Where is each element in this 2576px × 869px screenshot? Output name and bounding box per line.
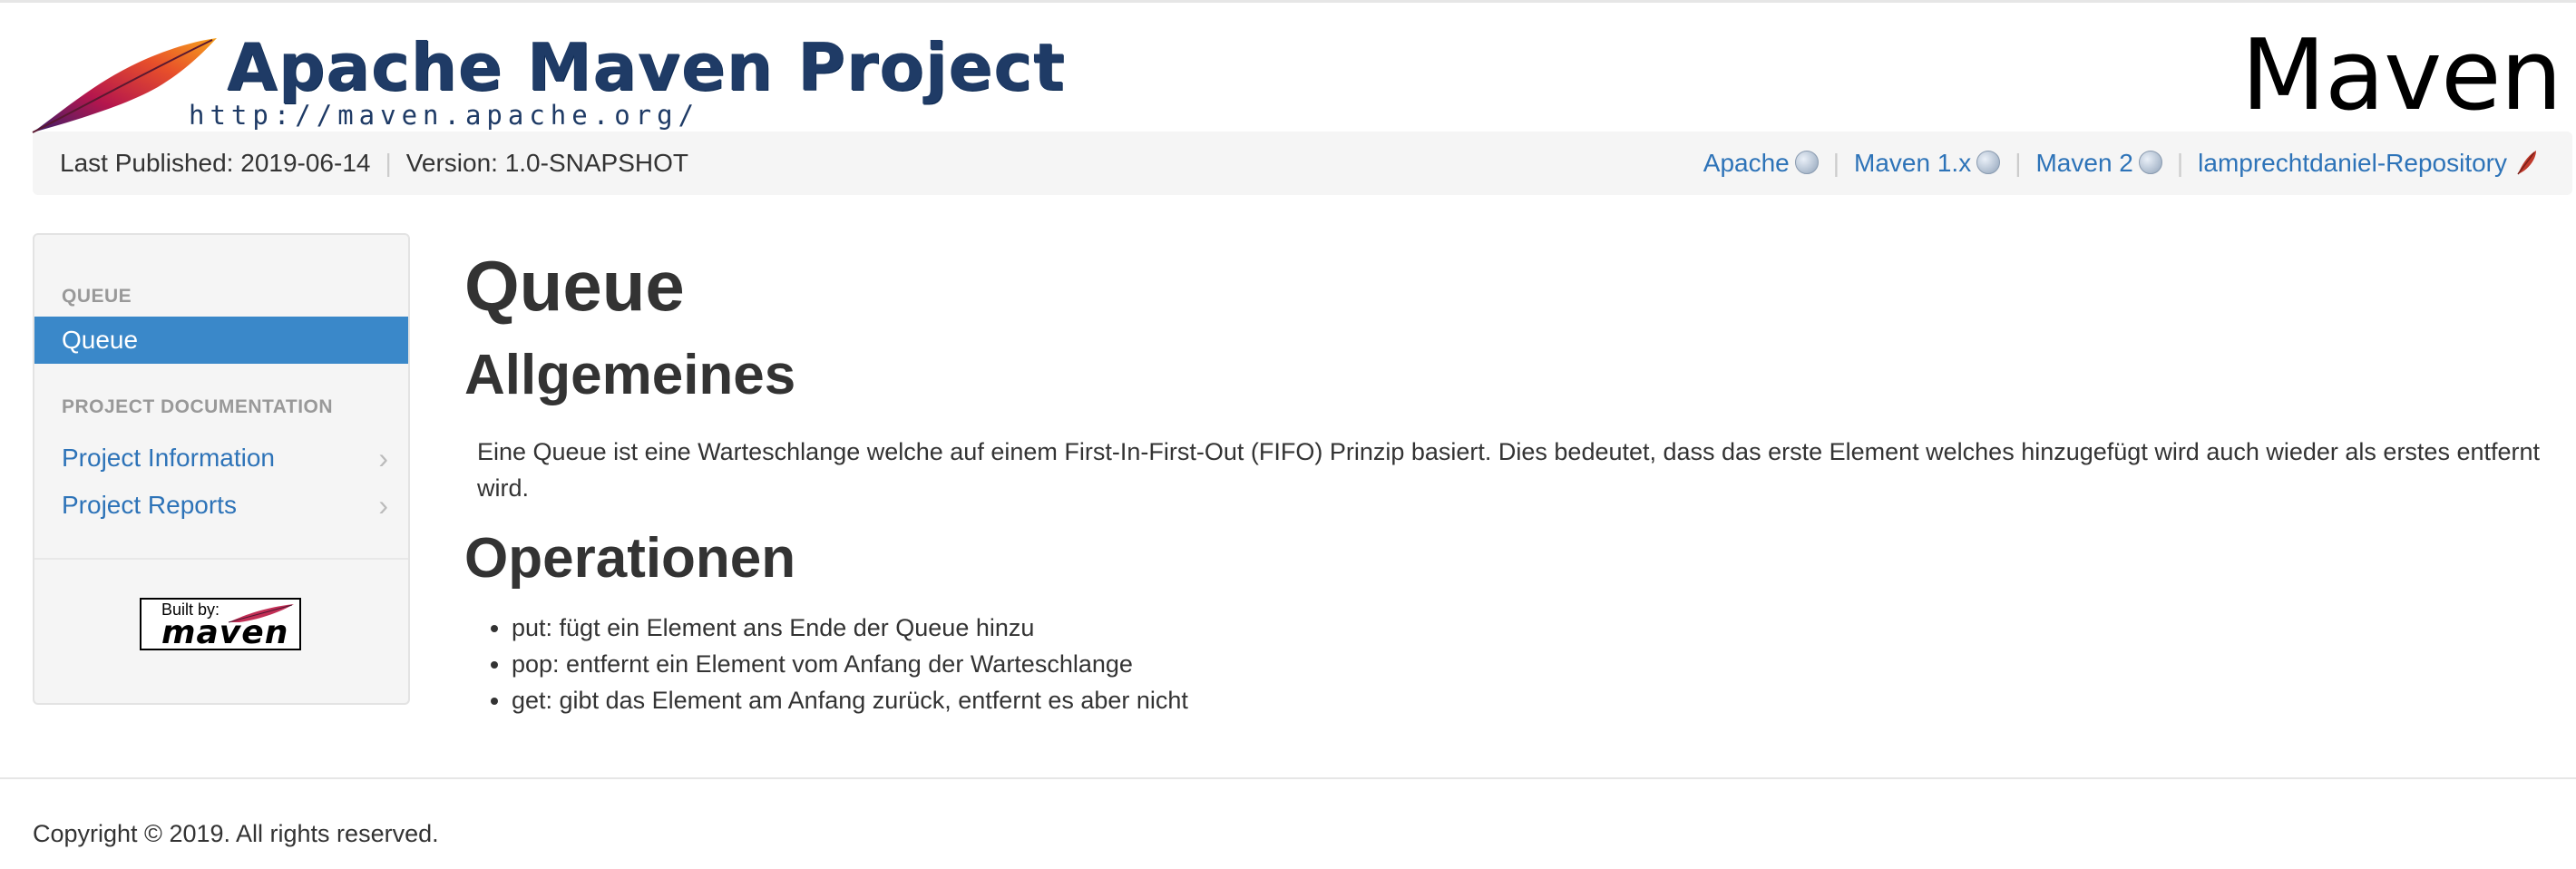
apache-link-label: Apache bbox=[1703, 149, 1790, 177]
chevron-right-icon: › bbox=[378, 489, 388, 522]
chevron-right-icon: › bbox=[378, 442, 388, 474]
maven-2-link[interactable]: Maven 2 bbox=[2035, 149, 2162, 177]
list-item: pop: entfernt ein Element vom Anfang der… bbox=[512, 646, 2326, 682]
feather-icon bbox=[2517, 151, 2536, 175]
external-links: Apache | Maven 1.x | Maven 2 | lamprechtdaniel… bbox=[1703, 132, 2540, 195]
separator: | bbox=[385, 149, 392, 177]
list-item: put: fügt ein Element ans Ende der Queue… bbox=[512, 610, 2326, 646]
apache-link[interactable]: Apache bbox=[1703, 149, 1819, 177]
sidebar-item-label: Project Information bbox=[62, 444, 275, 472]
sidebar-item-queue[interactable]: Queue bbox=[34, 317, 408, 364]
logo-title: Apache Maven Project bbox=[227, 29, 1066, 105]
sidebar-nav: QUEUE Queue PROJECT DOCUMENTATION Projec… bbox=[33, 233, 410, 705]
sidebar-item-label: Project Reports bbox=[62, 491, 237, 519]
repository-link-label: lamprechtdaniel-Repository bbox=[2198, 149, 2507, 177]
last-published: Last Published: 2019-06-14 bbox=[60, 149, 371, 177]
globe-icon bbox=[2138, 151, 2162, 174]
separator: | bbox=[2015, 149, 2022, 177]
project-version: Version: 1.0-SNAPSHOT bbox=[405, 149, 688, 177]
breadcrumb-bar: Last Published: 2019-06-14 | Version: 1.0-… bbox=[33, 132, 2572, 195]
copyright-text: Copyright © 2019. All rights reserved. bbox=[33, 820, 439, 847]
feather-icon bbox=[228, 604, 294, 623]
section-title-allgemeines: Allgemeines bbox=[464, 344, 796, 406]
nav-header-queue: QUEUE bbox=[62, 286, 132, 307]
maven-2-link-label: Maven 2 bbox=[2035, 149, 2133, 177]
maven-1x-link[interactable]: Maven 1.x bbox=[1854, 149, 2001, 177]
built-by-maven-badge[interactable]: Built by: maven bbox=[140, 598, 301, 651]
sidebar-item-project-reports[interactable]: Project Reports › bbox=[62, 485, 397, 525]
logo-url: http://maven.apache.org/ bbox=[189, 100, 700, 131]
intro-paragraph: Eine Queue ist eine Warteschlange welche… bbox=[477, 438, 2541, 502]
list-item: get: gibt das Element am Anfang zurück, … bbox=[512, 682, 2326, 718]
site-header: Apache Maven Project http://maven.apache… bbox=[0, 0, 2576, 133]
section-title-operationen: Operationen bbox=[464, 527, 796, 590]
operations-list: put: fügt ein Element ans Ende der Queue… bbox=[477, 610, 2326, 718]
page-title: Queue bbox=[464, 246, 685, 326]
separator: | bbox=[2176, 149, 2184, 177]
repository-link[interactable]: lamprechtdaniel-Repository bbox=[2198, 149, 2540, 177]
globe-icon bbox=[1976, 151, 2001, 174]
sidebar-item-project-information[interactable]: Project Information › bbox=[62, 438, 397, 478]
apache-maven-logo[interactable]: Apache Maven Project http://maven.apache… bbox=[31, 27, 1064, 133]
sidebar-item-label: Queue bbox=[62, 326, 139, 354]
maven-1x-link-label: Maven 1.x bbox=[1854, 149, 1972, 177]
sidebar-divider bbox=[34, 558, 408, 560]
footer-divider bbox=[0, 777, 2576, 779]
nav-header-project-documentation: PROJECT DOCUMENTATION bbox=[62, 396, 334, 417]
globe-icon bbox=[1794, 151, 1819, 174]
separator: | bbox=[1832, 149, 1840, 177]
maven-brand-logo[interactable]: Maven bbox=[2241, 27, 2562, 125]
publish-info: Last Published: 2019-06-14 | Version: 1.0-… bbox=[60, 132, 688, 195]
